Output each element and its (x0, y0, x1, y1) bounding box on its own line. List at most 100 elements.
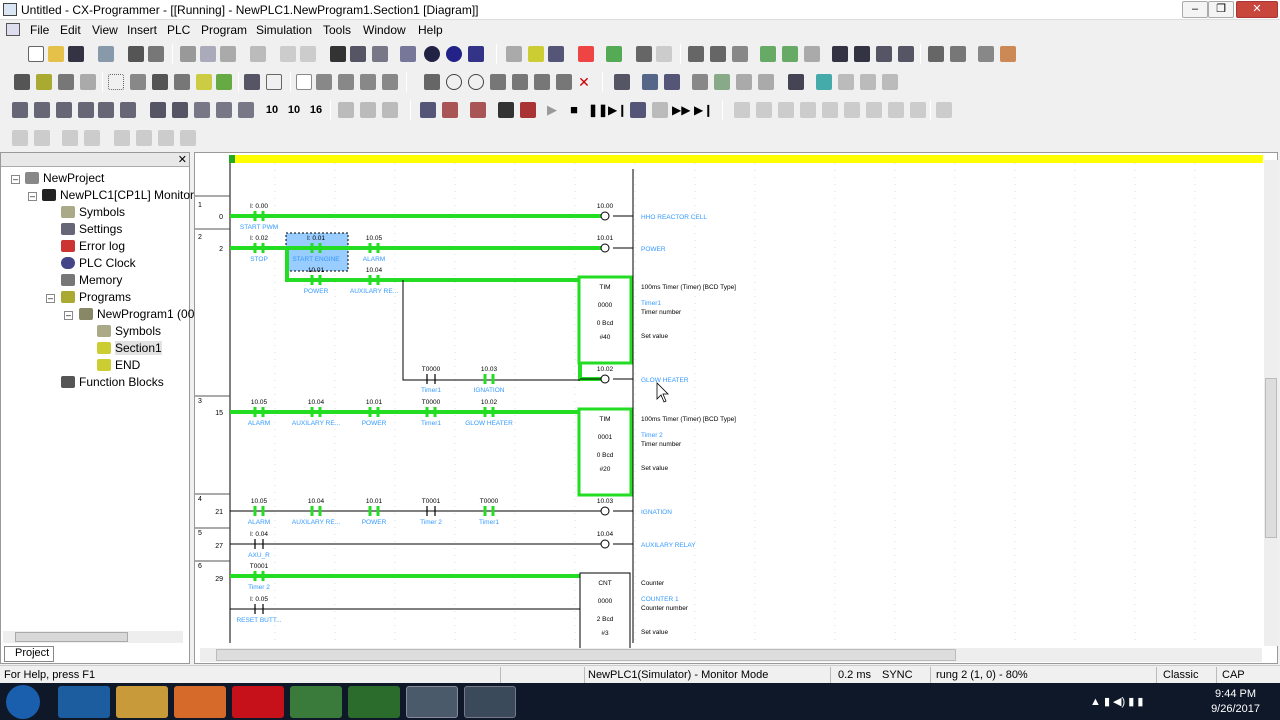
decimal-icon[interactable]: 10 (286, 102, 302, 118)
delete-icon[interactable] (250, 46, 266, 62)
sfc-comment-icon[interactable] (910, 102, 926, 118)
list-icon[interactable] (400, 46, 416, 62)
run-icon[interactable] (636, 46, 652, 62)
close-icon[interactable]: ✕ (178, 153, 187, 166)
collapse-icon[interactable]: – (28, 192, 37, 201)
vertical-scrollbar[interactable] (1264, 160, 1278, 646)
view-mnemonic-icon[interactable] (78, 102, 94, 118)
tree-item-error-log[interactable]: Error log (61, 239, 125, 255)
force-on-icon[interactable] (760, 46, 776, 62)
clock[interactable]: 9:44 PM 9/26/2017 (1211, 687, 1260, 717)
sim-clear-icon[interactable] (470, 102, 486, 118)
transfer-icon[interactable] (578, 46, 594, 62)
collapse-icon[interactable]: – (46, 294, 55, 303)
sync-icon[interactable] (382, 102, 398, 118)
new-coil-icon[interactable] (446, 74, 462, 90)
sfc-branch-icon[interactable] (778, 102, 794, 118)
collapse-icon[interactable]: – (64, 311, 73, 320)
address-reference-icon[interactable] (898, 46, 914, 62)
comment-block-icon[interactable] (62, 130, 78, 146)
outdent-icon[interactable] (12, 130, 28, 146)
tab-project[interactable]: Project (4, 646, 54, 662)
print-icon[interactable] (128, 46, 144, 62)
sfc-return-icon[interactable] (936, 102, 952, 118)
clear-breakpoint-icon[interactable] (136, 130, 152, 146)
open-icon[interactable] (48, 46, 64, 62)
data-link-icon[interactable] (614, 74, 630, 90)
tree-item-program-symbols[interactable]: Symbols (97, 324, 161, 340)
cross-reference-icon[interactable] (372, 46, 388, 62)
menu-simulation[interactable]: Simulation (256, 23, 312, 37)
chrome-icon[interactable] (290, 686, 342, 718)
step-run-icon[interactable] (630, 102, 646, 118)
sim-hand-icon[interactable] (498, 102, 514, 118)
new-instruction-icon[interactable] (490, 74, 506, 90)
upload-icon[interactable] (338, 102, 354, 118)
sfc-qualifier-icon[interactable] (888, 102, 904, 118)
download-icon[interactable] (360, 102, 376, 118)
scrollbar-thumb[interactable] (216, 649, 956, 661)
edit-icon[interactable] (928, 46, 944, 62)
step-in-icon[interactable]: ▶❙ (608, 102, 627, 118)
coil[interactable] (600, 211, 610, 221)
select-cursor-icon[interactable] (296, 74, 312, 90)
step-icon[interactable] (838, 74, 854, 90)
jump-back-icon[interactable] (714, 74, 730, 90)
binary-icon[interactable]: 10 (264, 102, 280, 118)
online-edit-icon[interactable] (950, 46, 966, 62)
settings-view-icon[interactable] (238, 102, 254, 118)
cx-programmer-icon[interactable] (406, 686, 458, 718)
scrollbar-thumb[interactable] (15, 632, 128, 642)
stop-sim-icon[interactable]: ■ (566, 102, 582, 118)
menu-help[interactable]: Help (418, 23, 443, 37)
contact[interactable] (426, 374, 436, 384)
watch-window-icon[interactable] (876, 46, 892, 62)
horizontal-line-icon[interactable] (424, 74, 440, 90)
coil[interactable] (600, 243, 610, 253)
media-player-icon[interactable] (174, 686, 226, 718)
new-diff-icon[interactable] (534, 74, 550, 90)
local-symbols-icon[interactable] (150, 102, 166, 118)
tree-item-plc-clock[interactable]: PLC Clock (61, 256, 136, 272)
print-setup-icon[interactable] (148, 46, 164, 62)
menu-file[interactable]: File (30, 23, 49, 37)
force-off-icon[interactable] (782, 46, 798, 62)
io-table-icon[interactable] (244, 74, 260, 90)
help-icon[interactable] (446, 46, 462, 62)
collapse-icon[interactable]: – (11, 175, 20, 184)
cycle-view-icon[interactable] (216, 102, 232, 118)
delete-line-icon[interactable]: ✕ (576, 74, 592, 90)
run-to-end-icon[interactable]: ▶❙ (694, 102, 713, 118)
data-trace-icon[interactable] (710, 46, 726, 62)
tree-item-plc[interactable]: NewPLC1[CP1L] Monitor (42, 188, 194, 204)
new-icon[interactable] (28, 46, 44, 62)
simulation-view-icon[interactable] (816, 74, 832, 90)
menu-view[interactable]: View (92, 23, 118, 37)
scan-run-icon[interactable] (652, 102, 668, 118)
tree-item-function-blocks[interactable]: Function Blocks (61, 375, 164, 391)
memory-view-icon[interactable] (194, 102, 210, 118)
sim-break-icon[interactable] (442, 102, 458, 118)
print-preview-icon[interactable] (98, 46, 114, 62)
jump-icon[interactable] (692, 74, 708, 90)
sfc-jump-icon[interactable] (800, 102, 816, 118)
new-closed-coil-icon[interactable] (468, 74, 484, 90)
opera-icon[interactable] (232, 686, 284, 718)
auto-online-icon[interactable] (548, 46, 564, 62)
view-icon[interactable] (788, 74, 804, 90)
zoom-out-icon[interactable] (58, 74, 74, 90)
grid-icon[interactable] (108, 74, 124, 90)
rung-comment-icon[interactable] (196, 74, 212, 90)
redo-icon[interactable] (300, 46, 316, 62)
view-ladder-icon[interactable] (56, 102, 72, 118)
replace-icon[interactable] (350, 46, 366, 62)
horizontal-scrollbar[interactable] (200, 648, 1262, 662)
fb-icon[interactable] (642, 74, 658, 90)
file-explorer-icon[interactable] (116, 686, 168, 718)
send-changes-icon[interactable] (978, 46, 994, 62)
st-icon[interactable] (664, 74, 680, 90)
hex-icon[interactable]: 16 (308, 102, 324, 118)
sfc-merge-icon[interactable] (844, 102, 860, 118)
play-icon[interactable]: ▶ (544, 102, 560, 118)
cut-icon[interactable] (180, 46, 196, 62)
